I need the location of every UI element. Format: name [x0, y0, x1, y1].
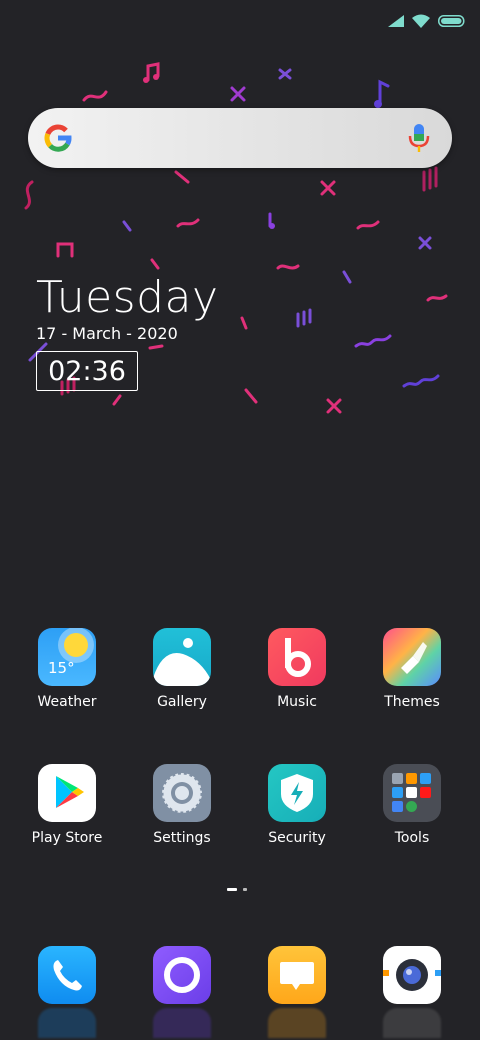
app-settings[interactable]: Settings: [132, 764, 232, 846]
weather-icon: 15°: [38, 628, 96, 686]
camera-icon: [383, 946, 441, 1004]
themes-icon: [383, 628, 441, 686]
app-label: Gallery: [157, 694, 207, 710]
security-icon: [268, 764, 326, 822]
app-music[interactable]: Music: [247, 628, 347, 710]
browser-icon: [153, 946, 211, 1004]
app-gallery[interactable]: Gallery: [132, 628, 232, 710]
app-tools-folder[interactable]: Tools: [362, 764, 462, 846]
tools-folder-icon: [383, 764, 441, 822]
app-security[interactable]: Security: [247, 764, 347, 846]
app-label: Themes: [384, 694, 440, 710]
page-dot: [243, 888, 247, 891]
app-weather[interactable]: 15° Weather: [17, 628, 117, 710]
app-label: Tools: [394, 830, 430, 846]
signal-icon: [388, 15, 404, 27]
widget-date: 17 - March - 2020: [36, 324, 178, 343]
play-store-icon: [38, 764, 96, 822]
app-label: Play Store: [31, 830, 103, 846]
page-indicator[interactable]: [227, 888, 247, 891]
battery-icon: [438, 15, 465, 27]
gallery-icon: [153, 628, 211, 686]
music-icon: [268, 628, 326, 686]
mic-icon[interactable]: [408, 122, 430, 154]
app-label: Settings: [153, 830, 211, 846]
wifi-icon: [412, 14, 430, 28]
app-label: Music: [277, 694, 317, 710]
status-bar: [388, 10, 466, 32]
page-dot-active: [227, 888, 237, 891]
dock-phone[interactable]: [17, 946, 117, 1038]
app-themes[interactable]: Themes: [362, 628, 462, 710]
phone-icon: [38, 946, 96, 1004]
wallpaper-decoration: [24, 62, 448, 414]
app-play-store[interactable]: Play Store: [17, 764, 117, 846]
google-g-icon: [44, 124, 72, 152]
dock-browser[interactable]: [132, 946, 232, 1038]
widget-clock[interactable]: 02:36: [36, 351, 138, 391]
app-label: Security: [268, 830, 326, 846]
dock-camera[interactable]: [362, 946, 462, 1038]
app-label: Weather: [37, 694, 97, 710]
widget-day: Tuesday: [36, 272, 219, 323]
messages-icon: [268, 946, 326, 1004]
google-search-bar[interactable]: [28, 108, 452, 168]
weather-temp: 15°: [48, 659, 75, 677]
dock-messages[interactable]: [247, 946, 347, 1038]
settings-icon: [153, 764, 211, 822]
